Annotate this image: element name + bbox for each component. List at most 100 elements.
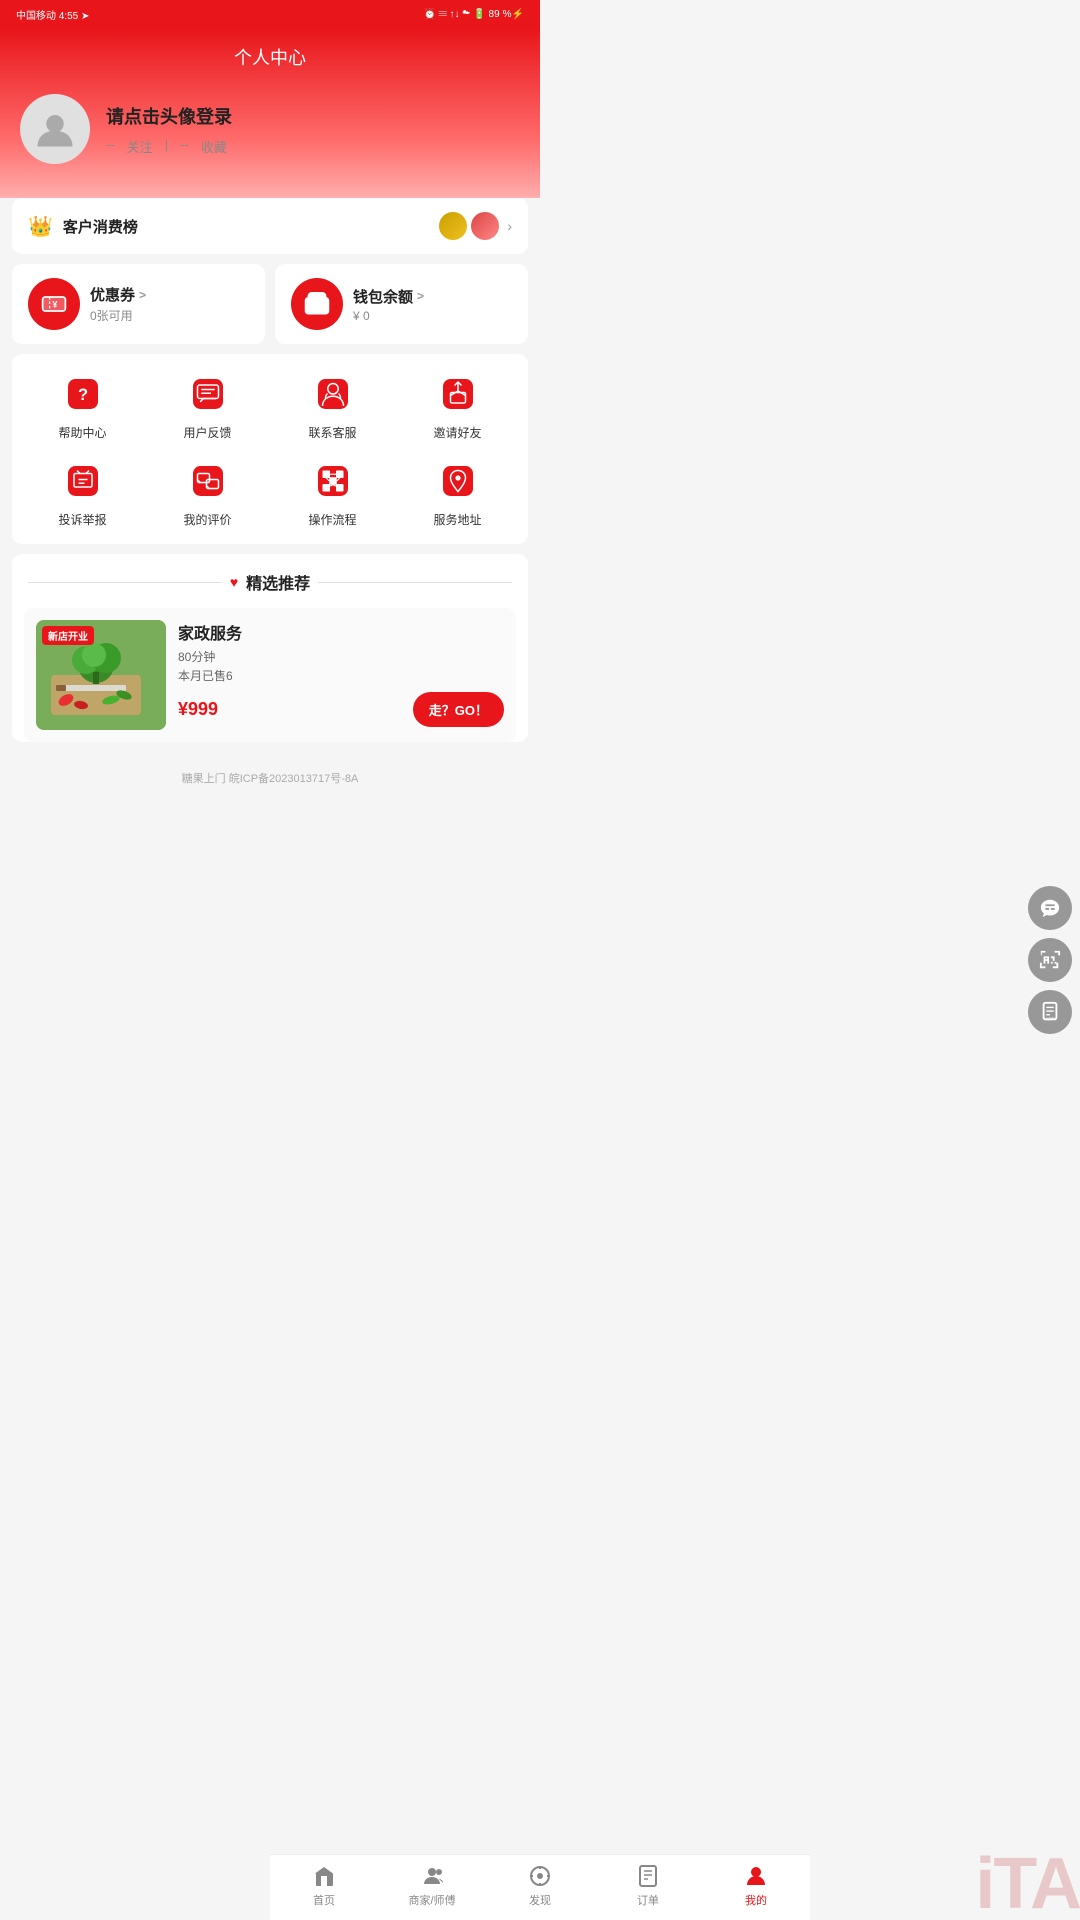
ranking-images (437, 210, 501, 242)
status-icons: ⏰ 𝄘 ↑↓ ☁ 🔋89%⚡ (424, 9, 524, 20)
featured-title: 精选推荐 (246, 570, 310, 594)
ranking-img-1 (437, 210, 469, 242)
wallet-card[interactable]: 钱包余额 > ¥ 0 (275, 264, 528, 344)
nav-discover[interactable]: 发现 (486, 1863, 594, 1908)
ranking-right: › (437, 210, 512, 242)
address-label: 服务地址 (433, 511, 481, 528)
svg-text:APP: APP (1045, 1016, 1054, 1021)
nav-merchant[interactable]: 商家/师傅 (378, 1863, 486, 1908)
merchant-nav-icon (419, 1863, 445, 1889)
review-icon (184, 457, 232, 505)
action-review[interactable]: 我的评价 (168, 457, 248, 528)
action-feedback[interactable]: 用户反馈 (168, 370, 248, 441)
product-price: ¥999 (178, 699, 218, 720)
help-icon: ? (59, 370, 107, 418)
feedback-label: 用户反馈 (183, 424, 231, 441)
profile-info: 请点击头像登录 -- 关注 | -- 收藏 (106, 103, 232, 156)
follow-label: 关注 (127, 137, 153, 156)
ranking-title: 客户消费榜 (63, 216, 138, 237)
orders-nav-icon (635, 1863, 661, 1889)
bottom-nav: 首页 商家/师傅 发现 (270, 1854, 810, 1920)
collect-count: -- (180, 137, 189, 156)
ita-watermark: iTA (975, 1848, 1080, 1920)
featured-line-right (318, 582, 512, 583)
ranking-left: 👑 客户消费榜 (28, 214, 138, 239)
svg-text:?: ? (77, 386, 87, 404)
wallet-chevron: > (417, 289, 424, 303)
wallet-balance-info: 钱包余额 > ¥ 0 (353, 286, 512, 323)
action-complaint[interactable]: 投诉举报 (43, 457, 123, 528)
process-icon (309, 457, 357, 505)
complaint-icon (59, 457, 107, 505)
mine-nav-icon (743, 1863, 769, 1889)
product-image-wrap: 新店开业 (36, 620, 166, 730)
invite-icon (434, 370, 482, 418)
action-service[interactable]: 联系客服 (293, 370, 373, 441)
divider: | (165, 137, 168, 156)
nav-merchant-label: 商家/师傅 (408, 1892, 455, 1908)
svg-text:¥: ¥ (52, 300, 57, 310)
service-icon (309, 370, 357, 418)
featured-line-left (28, 582, 222, 583)
product-sold: 本月已售6 (178, 667, 504, 684)
home-nav-icon (311, 1863, 337, 1889)
wallet-balance-value: ¥ 0 (353, 309, 512, 323)
nav-home[interactable]: 首页 (270, 1863, 378, 1908)
review-label: 我的评价 (183, 511, 231, 528)
help-label: 帮助中心 (58, 424, 106, 441)
action-row-1: ? 帮助中心 用户反馈 (20, 370, 520, 441)
carrier-time: 中国移动 4:55 ➤ (16, 7, 89, 22)
main-content: 👑 客户消费榜 › ¥ 优惠券 (0, 198, 540, 856)
feedback-icon (184, 370, 232, 418)
action-process[interactable]: 操作流程 (293, 457, 373, 528)
voucher-subtitle: 0张可用 (90, 307, 249, 324)
wallet-icon-circle (291, 278, 343, 330)
follow-count: -- (106, 137, 115, 156)
discover-nav-icon (527, 1863, 553, 1889)
complaint-label: 投诉举报 (58, 511, 106, 528)
floating-buttons: APP (1028, 886, 1072, 1034)
product-footer: ¥999 走？GO！ (178, 692, 504, 727)
address-icon (434, 457, 482, 505)
voucher-icon-circle: ¥ (28, 278, 80, 330)
action-invite[interactable]: 邀请好友 (418, 370, 498, 441)
crown-icon: 👑 (28, 214, 53, 239)
voucher-card[interactable]: ¥ 优惠券 > 0张可用 (12, 264, 265, 344)
action-row-2: 投诉举报 我的评价 (20, 457, 520, 528)
float-chat-btn[interactable] (1028, 886, 1072, 930)
action-help[interactable]: ? 帮助中心 (43, 370, 123, 441)
featured-header: ♥ 精选推荐 (12, 570, 528, 594)
action-address[interactable]: 服务地址 (418, 457, 498, 528)
new-badge: 新店开业 (42, 626, 94, 645)
nav-discover-label: 发现 (529, 1892, 551, 1908)
voucher-title: 优惠券 > (90, 284, 249, 305)
ranking-chevron: › (507, 218, 512, 234)
nav-mine[interactable]: 我的 (702, 1863, 810, 1908)
avatar[interactable] (20, 94, 90, 164)
float-scan-btn[interactable] (1028, 938, 1072, 982)
page-title: 个人中心 (20, 44, 520, 70)
voucher-info: 优惠券 > 0张可用 (90, 284, 249, 324)
float-app-btn[interactable]: APP (1028, 990, 1072, 1034)
profile-section[interactable]: 请点击头像登录 -- 关注 | -- 收藏 (20, 94, 520, 164)
nav-orders[interactable]: 订单 (594, 1863, 702, 1908)
wallet-balance-title: 钱包余额 > (353, 286, 512, 307)
invite-label: 邀请好友 (433, 424, 481, 441)
wallet-icon (303, 290, 331, 318)
collect-label: 收藏 (201, 137, 227, 156)
voucher-icon: ¥ (40, 290, 68, 318)
icp-footer: 糖果上门 皖ICP备2023013717号-8A (12, 758, 528, 856)
product-duration: 80分钟 (178, 648, 504, 665)
nav-home-label: 首页 (313, 1892, 335, 1908)
product-name: 家政服务 (178, 620, 504, 644)
ranking-img-2 (469, 210, 501, 242)
go-button[interactable]: 走？GO！ (413, 692, 504, 727)
login-prompt: 请点击头像登录 (106, 103, 232, 129)
status-bar: 中国移动 4:55 ➤ ⏰ 𝄘 ↑↓ ☁ 🔋89%⚡ (0, 0, 540, 28)
product-card[interactable]: 新店开业 家政服务 80分钟 本月已售6 ¥999 走？GO！ (24, 608, 516, 742)
nav-orders-label: 订单 (637, 1892, 659, 1908)
profile-stats: -- 关注 | -- 收藏 (106, 137, 232, 156)
ranking-card[interactable]: 👑 客户消费榜 › (12, 198, 528, 254)
voucher-chevron: > (139, 288, 146, 302)
product-info: 家政服务 80分钟 本月已售6 ¥999 走？GO！ (178, 620, 504, 730)
